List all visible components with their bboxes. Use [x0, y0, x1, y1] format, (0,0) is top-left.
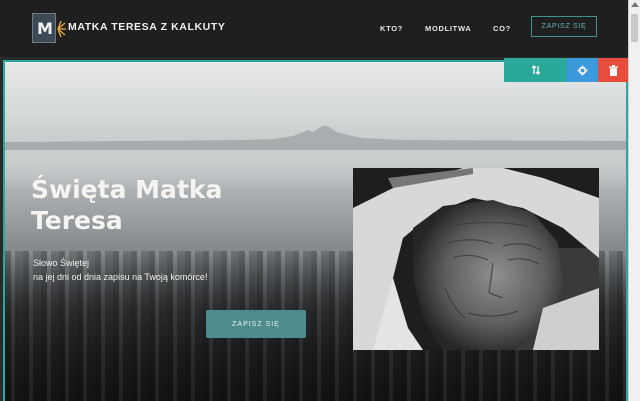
hero-subtitle-line1: Słowo Świętej: [33, 258, 90, 268]
delete-button[interactable]: [598, 58, 628, 82]
hero-subtitle-line2: na jej dni od dnia zapisu na Twoją komór…: [33, 272, 208, 282]
nav-item-modlitwa[interactable]: MODLITWA: [425, 24, 471, 33]
hero-title-line2: Teresa: [31, 206, 123, 235]
nav-item-co[interactable]: CO?: [493, 24, 511, 33]
nav-subscribe-button[interactable]: ZAPISZ SIĘ: [531, 16, 597, 37]
distant-skyline: [5, 125, 626, 150]
hero-subscribe-button[interactable]: ZAPISZ SIĘ: [206, 310, 306, 338]
brand-title[interactable]: MATKA TERESA Z KALKUTY: [68, 21, 225, 33]
navbar: M MATKA TERESA Z KALKUTY KTO? MODLITWA C…: [0, 0, 628, 57]
gear-icon: [577, 64, 588, 76]
move-icon: [531, 65, 540, 75]
settings-button[interactable]: [567, 58, 598, 82]
hero-title-line1: Święta Matka: [31, 175, 223, 204]
hero-title: Święta Matka Teresa: [31, 174, 281, 236]
scrollbar[interactable]: [628, 0, 640, 401]
portrait-image: [353, 168, 599, 350]
scroll-thumb[interactable]: [631, 14, 638, 42]
move-button[interactable]: [504, 58, 567, 82]
trash-icon: [608, 64, 618, 76]
sun-rays-icon: [57, 20, 66, 38]
nav-item-kto[interactable]: KTO?: [380, 24, 403, 33]
hero-subtitle: Słowo Świętej na jej dni od dnia zapisu …: [33, 256, 293, 284]
portrait-photo: [353, 168, 599, 350]
scroll-up-arrow-icon[interactable]: [631, 2, 639, 7]
logo[interactable]: M: [32, 13, 66, 43]
